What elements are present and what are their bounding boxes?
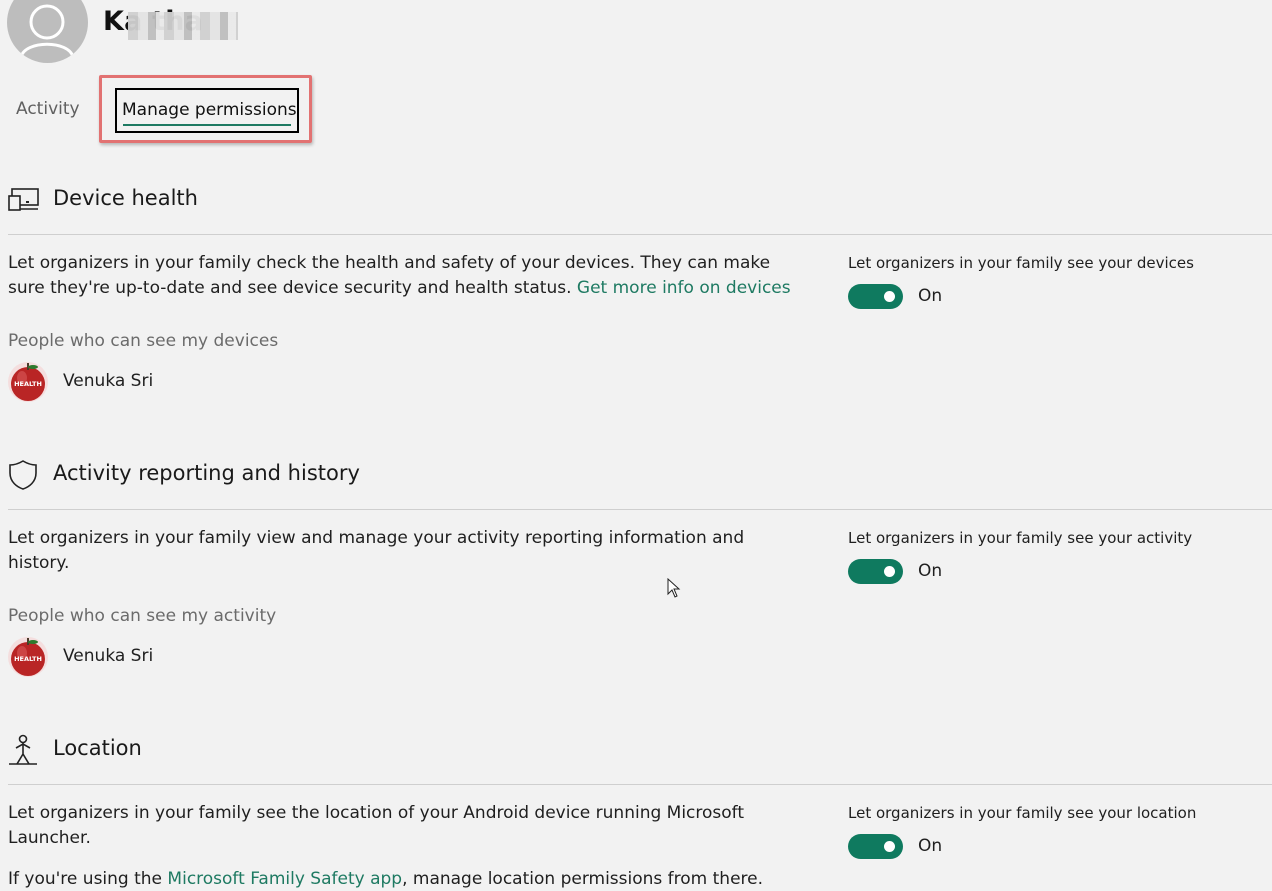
activity-reporting-description: Let organizers in your family view and m… bbox=[8, 528, 745, 573]
device-health-title: Device health bbox=[53, 186, 198, 210]
profile-avatar bbox=[7, 0, 88, 63]
family-safety-app-link[interactable]: Microsoft Family Safety app bbox=[167, 869, 402, 889]
location-note-prefix: If you're using the bbox=[8, 869, 168, 889]
activity-toggle-state: On bbox=[918, 561, 943, 581]
activity-reporting-title: Activity reporting and history bbox=[53, 461, 360, 485]
divider bbox=[8, 509, 1272, 510]
location-note: If you're using the Microsoft Family Saf… bbox=[8, 867, 808, 891]
activity-toggle[interactable] bbox=[848, 559, 903, 584]
tab-selected-indicator bbox=[123, 124, 291, 126]
mouse-cursor-icon bbox=[667, 578, 681, 598]
person-name: Venuka Sri bbox=[63, 371, 154, 391]
device-health-description: Let organizers in your family check the … bbox=[8, 251, 808, 301]
devices-toggle-state: On bbox=[918, 286, 943, 306]
location-person-icon bbox=[9, 734, 37, 765]
svg-text:HEALTH: HEALTH bbox=[14, 380, 42, 388]
person-name: Venuka Sri bbox=[63, 646, 154, 666]
location-toggle-label: Let organizers in your family see your l… bbox=[848, 804, 1197, 822]
devices-toggle[interactable] bbox=[848, 284, 903, 309]
people-activity-label: People who can see my activity bbox=[8, 606, 277, 626]
avatar: HEALTH bbox=[8, 637, 48, 677]
location-title: Location bbox=[53, 736, 142, 760]
tab-manage-permissions[interactable]: Manage permissions bbox=[115, 88, 299, 133]
location-toggle-state: On bbox=[918, 836, 943, 856]
devices-toggle-label: Let organizers in your family see your d… bbox=[848, 254, 1194, 272]
location-toggle[interactable] bbox=[848, 834, 903, 859]
divider bbox=[8, 784, 1272, 785]
redacted-name-overlay bbox=[128, 12, 238, 40]
shield-icon bbox=[9, 460, 37, 490]
get-more-info-devices-link[interactable]: Get more info on devices bbox=[577, 278, 791, 298]
divider bbox=[8, 234, 1272, 235]
activity-toggle-label: Let organizers in your family see your a… bbox=[848, 529, 1193, 547]
location-note-suffix: , manage location permissions from there… bbox=[402, 869, 764, 889]
person-icon bbox=[19, 4, 75, 58]
avatar: HEALTH bbox=[8, 362, 48, 402]
svg-text:HEALTH: HEALTH bbox=[14, 655, 42, 663]
people-devices-label: People who can see my devices bbox=[8, 331, 279, 351]
tab-activity[interactable]: Activity bbox=[16, 99, 80, 119]
location-description: Let organizers in your family see the lo… bbox=[8, 803, 745, 848]
devices-icon bbox=[8, 188, 39, 211]
tab-manage-permissions-label: Manage permissions bbox=[122, 100, 297, 120]
